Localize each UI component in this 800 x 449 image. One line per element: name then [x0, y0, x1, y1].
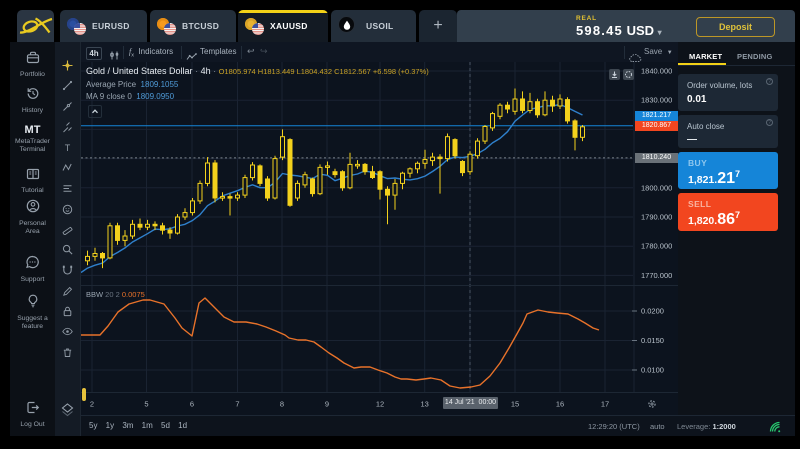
svg-text:2: 2	[90, 400, 94, 409]
svg-text:1800.000: 1800.000	[641, 183, 672, 192]
svg-text:13: 13	[421, 400, 429, 409]
svg-text:T: T	[65, 143, 71, 153]
svg-text:0.0200: 0.0200	[641, 307, 664, 316]
svg-text:1770.000: 1770.000	[641, 271, 672, 280]
svg-text:9: 9	[325, 400, 329, 409]
svg-text:12: 12	[376, 400, 384, 409]
svg-text:7: 7	[235, 400, 239, 409]
svg-text:1790.000: 1790.000	[641, 213, 672, 222]
svg-text:6: 6	[190, 400, 194, 409]
svg-text:1780.000: 1780.000	[641, 242, 672, 251]
svg-text:17: 17	[601, 400, 609, 409]
svg-text:0.0100: 0.0100	[641, 366, 664, 375]
svg-text:5: 5	[144, 400, 148, 409]
svg-text:1830.000: 1830.000	[641, 96, 672, 105]
svg-text:15: 15	[511, 400, 519, 409]
svg-text:8: 8	[280, 400, 284, 409]
svg-text:16: 16	[556, 400, 564, 409]
svg-text:1840.000: 1840.000	[641, 67, 672, 76]
svg-text:0.0150: 0.0150	[641, 336, 664, 345]
